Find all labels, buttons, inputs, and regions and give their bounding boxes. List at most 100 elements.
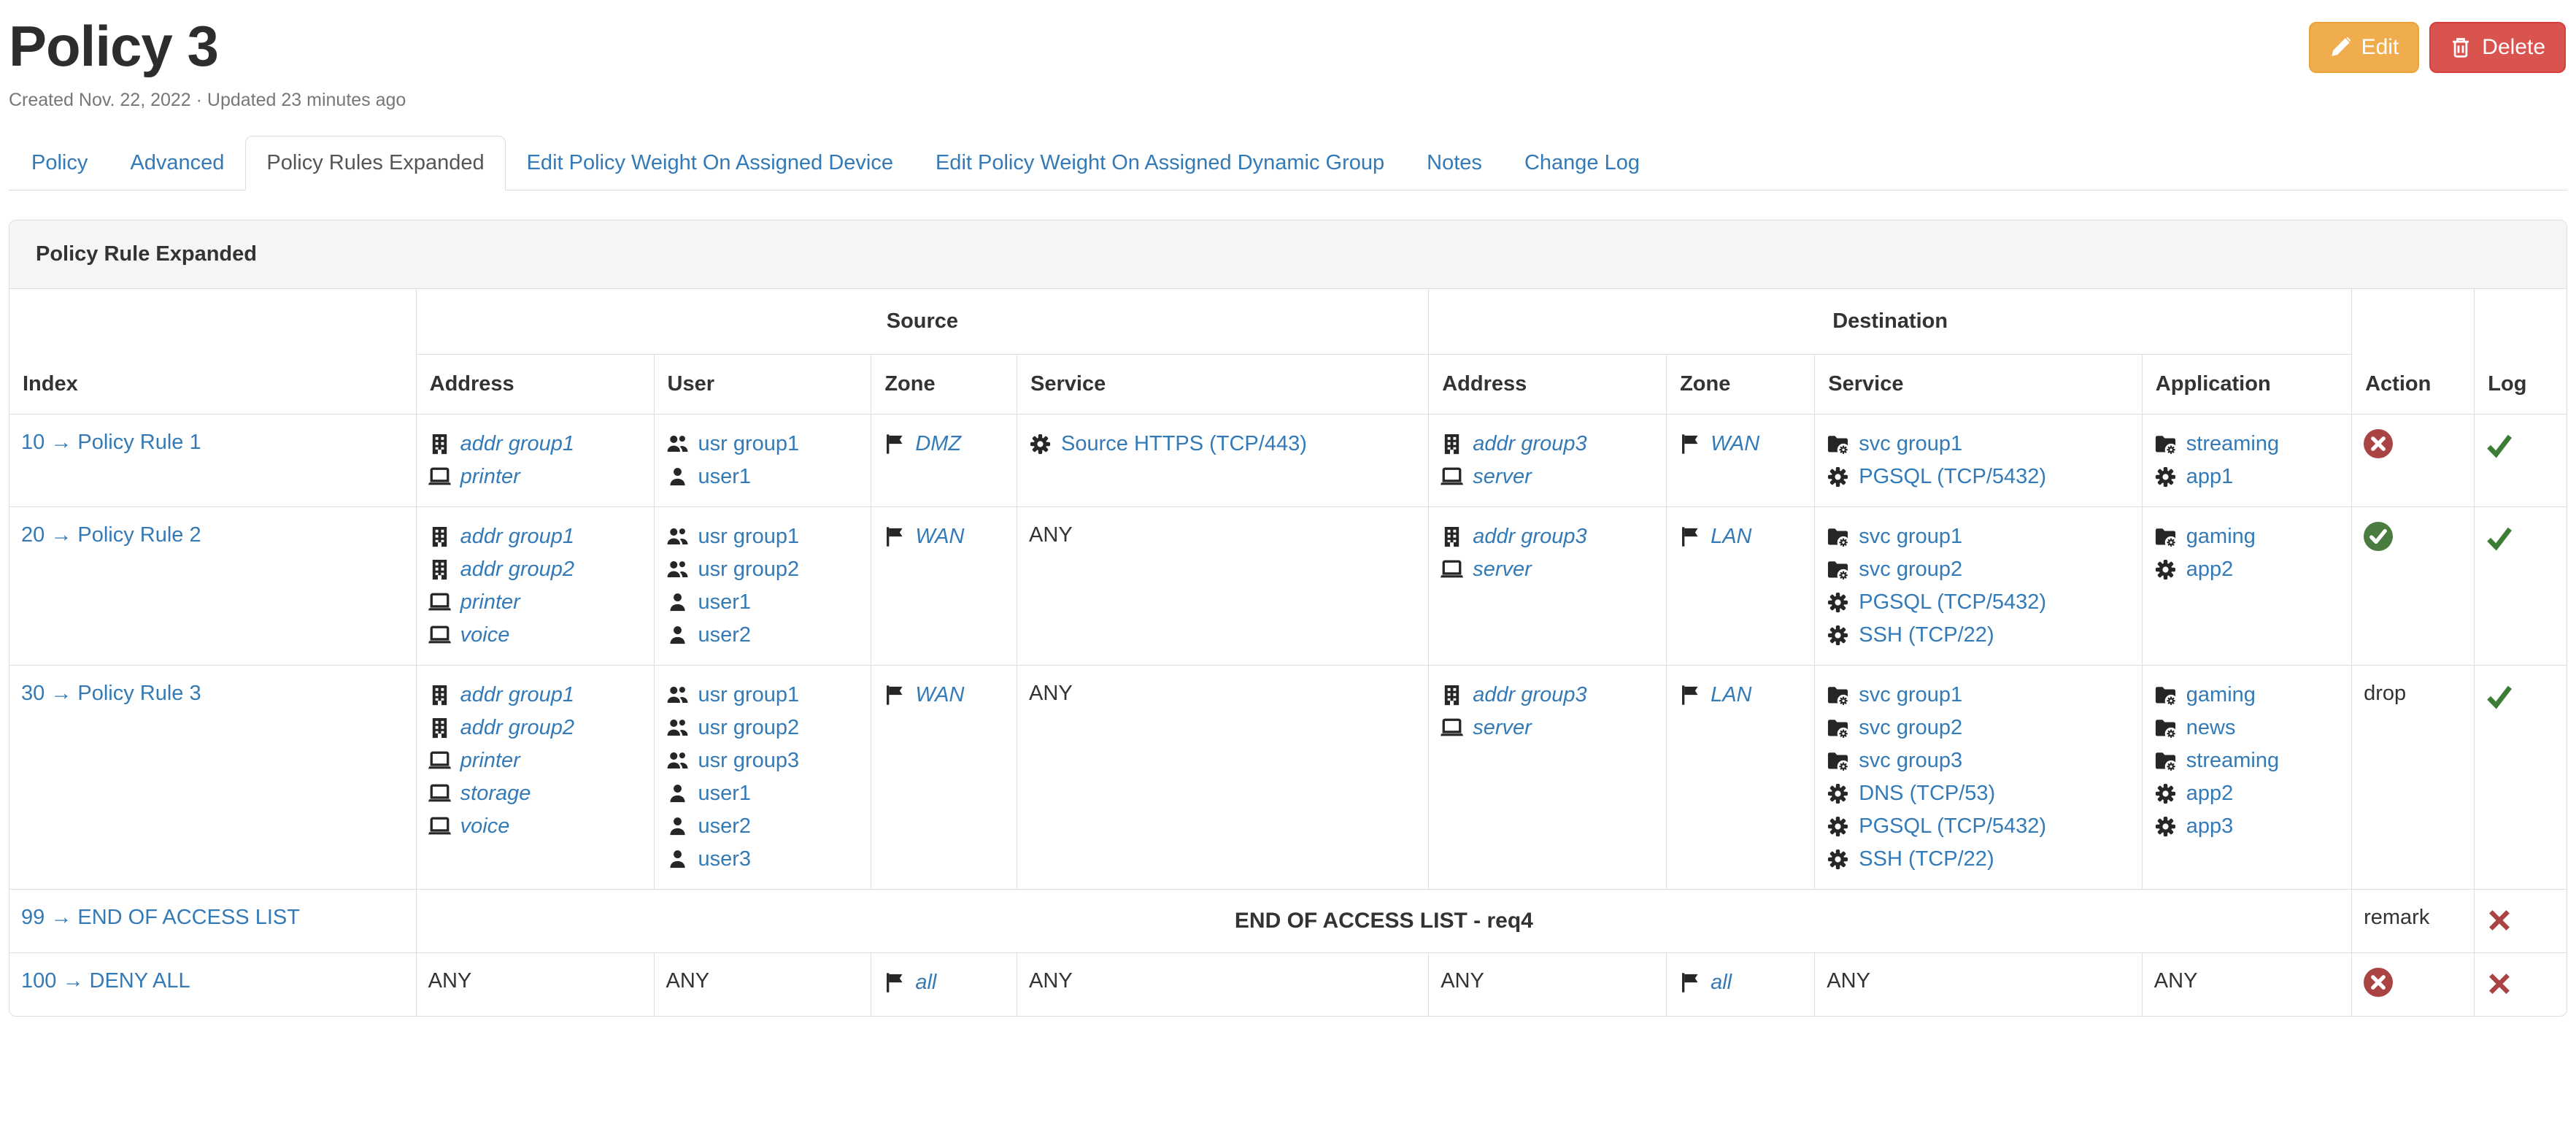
object-link[interactable]: streaming: [2186, 749, 2279, 773]
object-link[interactable]: usr group2: [698, 716, 800, 740]
rule-link[interactable]: 10 → Policy Rule 1: [21, 428, 201, 455]
object-link[interactable]: news: [2186, 716, 2236, 740]
object-link[interactable]: WAN: [1711, 432, 1759, 456]
object-link[interactable]: DMZ: [915, 432, 961, 456]
object-link[interactable]: user3: [698, 847, 752, 871]
object-link[interactable]: voice: [460, 623, 510, 647]
object-link[interactable]: server: [1473, 465, 1532, 489]
object-link[interactable]: WAN: [915, 525, 964, 549]
object-link[interactable]: user1: [698, 465, 752, 489]
laptop-icon: [1441, 717, 1463, 739]
object-link[interactable]: all: [1711, 971, 1732, 995]
object-link[interactable]: user2: [698, 814, 752, 839]
object-link[interactable]: usr group2: [698, 558, 800, 582]
object-link[interactable]: addr group3: [1473, 432, 1586, 456]
col-action: Action: [2352, 289, 2475, 415]
object-link[interactable]: app3: [2186, 814, 2234, 839]
tab-edit-policy-weight-on-assigned-dynamic-group[interactable]: Edit Policy Weight On Assigned Dynamic G…: [914, 136, 1405, 190]
tab-notes[interactable]: Notes: [1405, 136, 1503, 190]
folder-gear-icon: [2154, 750, 2177, 772]
object-link[interactable]: WAN: [915, 683, 964, 707]
object-link[interactable]: svc group2: [1859, 716, 1962, 740]
src_zone-cell: WAN: [871, 507, 1017, 666]
users-icon: [666, 717, 689, 739]
object-link[interactable]: addr group1: [460, 683, 574, 707]
rule-link[interactable]: 99 → END OF ACCESS LIST: [21, 903, 300, 930]
object-link[interactable]: addr group3: [1473, 525, 1586, 549]
object-link[interactable]: gaming: [2186, 525, 2256, 549]
object-link[interactable]: app2: [2186, 782, 2234, 806]
object-link[interactable]: addr group2: [460, 716, 574, 740]
object-link[interactable]: LAN: [1711, 683, 1751, 707]
object-link[interactable]: SSH (TCP/22): [1859, 623, 1994, 647]
object-link[interactable]: PGSQL (TCP/5432): [1859, 465, 2046, 489]
object-link[interactable]: streaming: [2186, 432, 2279, 456]
tab-policy[interactable]: Policy: [10, 136, 109, 190]
gear-icon: [2154, 782, 2177, 805]
folder-gear-icon: [2154, 433, 2177, 455]
gear-icon: [1827, 466, 1849, 488]
object-link[interactable]: LAN: [1711, 525, 1751, 549]
object-item: usr group2: [666, 712, 860, 744]
object-link[interactable]: svc group3: [1859, 749, 1962, 773]
object-link[interactable]: svc group2: [1859, 558, 1962, 582]
check-icon: [2486, 428, 2513, 458]
object-link[interactable]: PGSQL (TCP/5432): [1859, 590, 2046, 615]
object-link[interactable]: addr group2: [460, 558, 574, 582]
object-item: server: [1441, 712, 1654, 744]
object-link[interactable]: svc group1: [1859, 432, 1962, 456]
object-link[interactable]: usr group3: [698, 749, 800, 773]
building-icon: [428, 433, 451, 455]
building-icon: [428, 684, 451, 706]
index-cell: 99 → END OF ACCESS LIST: [9, 890, 416, 953]
tab-edit-policy-weight-on-assigned-device[interactable]: Edit Policy Weight On Assigned Device: [506, 136, 914, 190]
gear-icon: [1827, 591, 1849, 614]
object-link[interactable]: server: [1473, 558, 1532, 582]
object-link[interactable]: addr group1: [460, 432, 574, 456]
tab-change-log[interactable]: Change Log: [1503, 136, 1661, 190]
object-link[interactable]: printer: [460, 465, 520, 489]
building-icon: [428, 525, 451, 548]
object-link[interactable]: storage: [460, 782, 531, 806]
flag-icon: [1678, 684, 1701, 706]
object-link[interactable]: usr group1: [698, 525, 800, 549]
policy-rules-table: Index Source Destination Action Log Addr…: [9, 289, 2567, 1016]
col-dest-service: Service: [1815, 355, 2143, 415]
object-item: addr group1: [428, 679, 642, 712]
edit-button[interactable]: Edit: [2309, 22, 2420, 73]
action-cell: remark: [2352, 890, 2475, 953]
rule-link[interactable]: 20 → Policy Rule 2: [21, 520, 201, 547]
users-icon: [666, 525, 689, 548]
object-link[interactable]: usr group1: [698, 432, 800, 456]
object-link[interactable]: printer: [460, 590, 520, 615]
object-link[interactable]: svc group1: [1859, 683, 1962, 707]
object-link[interactable]: svc group1: [1859, 525, 1962, 549]
object-link[interactable]: app2: [2186, 558, 2234, 582]
tab-advanced[interactable]: Advanced: [109, 136, 245, 190]
object-link[interactable]: DNS (TCP/53): [1859, 782, 1995, 806]
delete-button[interactable]: Delete: [2429, 22, 2566, 73]
any-label: ANY: [2154, 966, 2198, 993]
object-link[interactable]: user1: [698, 590, 752, 615]
object-link[interactable]: SSH (TCP/22): [1859, 847, 1994, 871]
object-link[interactable]: app1: [2186, 465, 2234, 489]
object-link[interactable]: addr group3: [1473, 683, 1586, 707]
object-link[interactable]: usr group1: [698, 683, 800, 707]
object-link[interactable]: addr group1: [460, 525, 574, 549]
object-link[interactable]: Source HTTPS (TCP/443): [1061, 432, 1307, 456]
rule-link[interactable]: 30 → Policy Rule 3: [21, 679, 201, 706]
object-link[interactable]: all: [915, 971, 936, 995]
object-link[interactable]: voice: [460, 814, 510, 839]
tab-policy-rules-expanded[interactable]: Policy Rules Expanded: [245, 136, 505, 190]
gear-icon: [1827, 782, 1849, 805]
flag-icon: [1678, 525, 1701, 548]
object-link[interactable]: printer: [460, 749, 520, 773]
dst_zone-cell: all: [1667, 953, 1815, 1017]
deny-icon: [2364, 428, 2393, 458]
object-link[interactable]: user2: [698, 623, 752, 647]
object-link[interactable]: user1: [698, 782, 752, 806]
object-link[interactable]: server: [1473, 716, 1532, 740]
object-link[interactable]: gaming: [2186, 683, 2256, 707]
object-link[interactable]: PGSQL (TCP/5432): [1859, 814, 2046, 839]
rule-link[interactable]: 100 → DENY ALL: [21, 966, 190, 993]
